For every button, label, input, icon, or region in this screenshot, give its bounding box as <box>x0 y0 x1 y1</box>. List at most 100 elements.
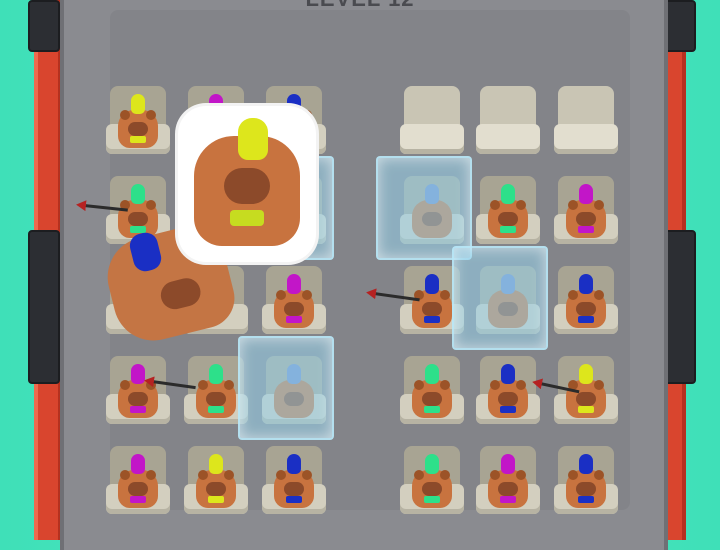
hat-icon <box>287 454 301 474</box>
selected-capybara[interactable] <box>178 106 316 262</box>
capybara-snout <box>128 212 148 226</box>
capybara-blue[interactable] <box>482 364 534 420</box>
bow-icon <box>500 406 516 413</box>
capybara-snout <box>128 122 148 136</box>
ear <box>516 380 526 390</box>
capybara-magenta[interactable] <box>112 364 164 420</box>
capybara-blue[interactable] <box>406 274 458 330</box>
bow-icon <box>130 496 146 503</box>
capybara-snout <box>422 302 442 316</box>
ear <box>198 470 208 480</box>
ear <box>120 380 130 390</box>
ear <box>440 290 450 300</box>
ear <box>414 470 424 480</box>
capybara-snout <box>284 302 304 316</box>
ear <box>440 470 450 480</box>
hat-icon <box>131 454 145 474</box>
bow-icon <box>578 226 594 233</box>
capybara-green[interactable] <box>406 454 458 510</box>
capybara-magenta[interactable] <box>560 184 612 240</box>
ear <box>490 380 500 390</box>
capybara-blue[interactable] <box>268 454 320 510</box>
capybara-magenta[interactable] <box>112 454 164 510</box>
capybara-yellow[interactable] <box>190 454 242 510</box>
seat-base <box>554 124 618 154</box>
seat[interactable] <box>400 86 464 156</box>
bow-icon <box>208 406 224 413</box>
hat-icon <box>579 454 593 474</box>
ear <box>516 470 526 480</box>
capybara-snout <box>128 482 148 496</box>
capybara-yellow[interactable] <box>112 94 164 150</box>
ear <box>568 290 578 300</box>
ear <box>440 380 450 390</box>
hat-icon <box>501 454 515 474</box>
capybara-snout <box>224 168 270 204</box>
ear <box>276 290 286 300</box>
ear <box>414 380 424 390</box>
bow-icon <box>286 316 302 323</box>
game-stage: LEVEL 12 <box>0 0 720 550</box>
ear <box>490 470 500 480</box>
ice-block <box>376 156 472 260</box>
bow-icon <box>578 316 594 323</box>
hat-icon <box>127 230 164 274</box>
hat-icon <box>131 184 145 204</box>
hat-icon <box>579 274 593 294</box>
capybara-snout <box>422 392 442 406</box>
bow-icon <box>500 226 516 233</box>
seat[interactable] <box>476 86 540 156</box>
bow-icon <box>424 496 440 503</box>
hat-icon <box>425 364 439 384</box>
ear <box>146 110 156 120</box>
hat-icon <box>425 274 439 294</box>
ear <box>594 290 604 300</box>
capybara-magenta[interactable] <box>482 454 534 510</box>
bow-icon <box>130 136 146 143</box>
seat-base <box>400 124 464 154</box>
capybara-snout <box>576 302 596 316</box>
seat[interactable] <box>554 86 618 156</box>
level-label: LEVEL 12 <box>0 0 720 12</box>
ice-block <box>452 246 548 350</box>
capybara-green[interactable] <box>482 184 534 240</box>
capybara-green[interactable] <box>406 364 458 420</box>
bow-icon <box>286 496 302 503</box>
capybara-green[interactable] <box>190 364 242 420</box>
capybara-snout <box>498 482 518 496</box>
capybara-yellow[interactable] <box>560 364 612 420</box>
ear <box>146 200 156 210</box>
capybara-green[interactable] <box>112 184 164 240</box>
bow-icon <box>578 406 594 413</box>
ear <box>490 200 500 210</box>
capybara-snout <box>576 212 596 226</box>
capybara-blue[interactable] <box>560 454 612 510</box>
ear <box>302 470 312 480</box>
seat-base <box>476 124 540 154</box>
hat-icon <box>209 364 223 384</box>
bow-icon <box>130 406 146 413</box>
capybara-snout <box>128 392 148 406</box>
ear <box>516 200 526 210</box>
ear <box>594 470 604 480</box>
left-post-mid <box>28 230 60 384</box>
bow-icon <box>578 496 594 503</box>
bow-icon <box>500 496 516 503</box>
ice-block <box>238 336 334 440</box>
ear <box>198 380 208 390</box>
bow-icon <box>424 406 440 413</box>
ear <box>568 470 578 480</box>
capybara-blue[interactable] <box>560 274 612 330</box>
capybara-snout <box>206 392 226 406</box>
bow-icon <box>424 316 440 323</box>
ear <box>568 200 578 210</box>
ear <box>302 290 312 300</box>
capybara-snout <box>498 212 518 226</box>
hat-icon <box>501 364 515 384</box>
capybara-snout <box>576 392 596 406</box>
capybara-magenta[interactable] <box>268 274 320 330</box>
ear <box>120 110 130 120</box>
hat-icon <box>287 274 301 294</box>
hat-icon <box>425 454 439 474</box>
bow-icon <box>230 210 264 226</box>
